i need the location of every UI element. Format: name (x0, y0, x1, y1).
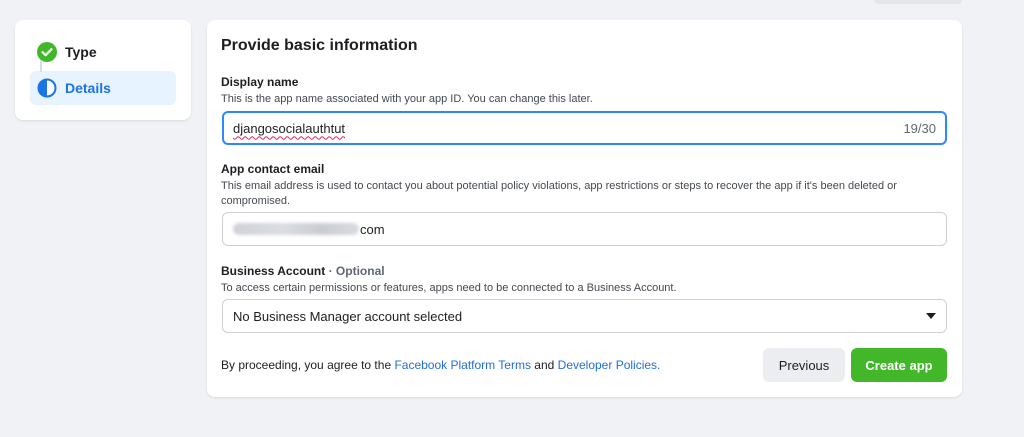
caret-down-icon (926, 313, 936, 319)
business-account-help: To access certain permissions or feature… (221, 282, 677, 294)
step-details[interactable]: Details (30, 71, 176, 105)
business-account-label: Business Account · Optional (221, 264, 385, 278)
business-account-select[interactable]: No Business Manager account selected (222, 299, 947, 333)
terms-and: and (530, 358, 558, 372)
step-type[interactable]: Type (30, 35, 176, 69)
step-connector (40, 60, 42, 72)
business-account-label-text: Business Account (221, 264, 326, 278)
display-name-label: Display name (221, 75, 299, 89)
redacted-email-blur (233, 223, 359, 235)
basic-info-card: Provide basic information Display name T… (207, 20, 962, 397)
previous-button[interactable]: Previous (763, 348, 845, 382)
half-circle-icon (37, 78, 57, 98)
check-circle-icon (37, 42, 57, 62)
character-counter: 19/30 (903, 120, 936, 136)
business-account-selected: No Business Manager account selected (233, 308, 463, 324)
terms-prefix: By proceeding, you agree to the (221, 358, 395, 372)
platform-terms-link[interactable]: Facebook Platform Terms (394, 358, 531, 372)
step-details-label: Details (65, 80, 111, 96)
contact-email-label: App contact email (221, 162, 325, 176)
developer-policies-link[interactable]: Developer Policies. (558, 358, 661, 372)
terms-notice: By proceeding, you agree to the Facebook… (221, 358, 660, 372)
display-name-input[interactable]: djangosocialauthtut 19/30 (222, 111, 947, 145)
step-type-label: Type (65, 44, 97, 60)
contact-email-help: This email address is used to contact yo… (221, 180, 897, 207)
optional-tag: · Optional (328, 264, 385, 278)
display-name-value: djangosocialauthtut (233, 120, 346, 136)
contact-email-suffix: com (360, 221, 385, 237)
contact-email-input[interactable]: com (222, 212, 947, 246)
create-app-button[interactable]: Create app (851, 348, 947, 382)
top-toolbar-edge (874, 0, 962, 4)
card-title: Provide basic information (221, 37, 418, 54)
display-name-help: This is the app name associated with you… (221, 93, 593, 105)
